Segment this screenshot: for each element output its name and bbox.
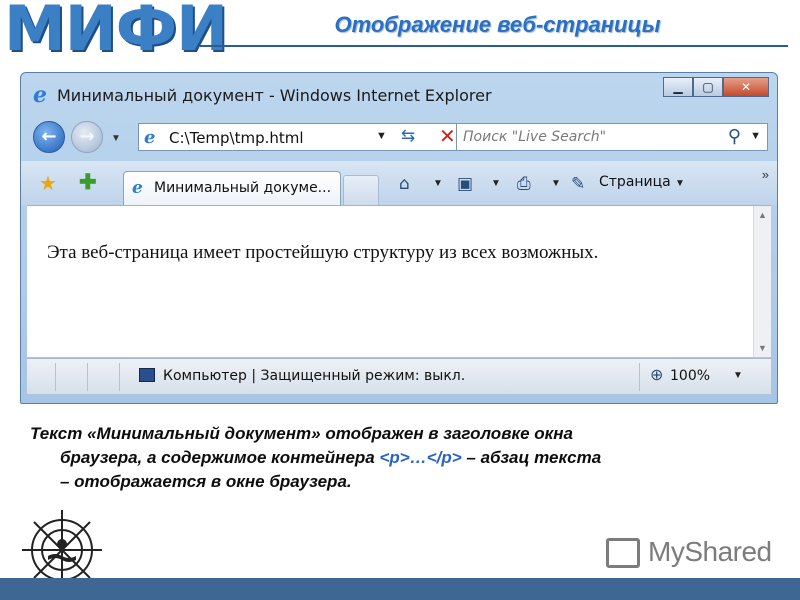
scroll-down-icon[interactable]: ▼: [754, 343, 771, 353]
status-separator: [639, 363, 640, 391]
print-dropdown-icon[interactable]: ▼: [551, 178, 561, 189]
caption-code: <p>…</p>: [379, 448, 462, 467]
myshared-icon: [606, 538, 640, 568]
rss-feed-icon[interactable]: ▣: [457, 174, 473, 194]
search-placeholder: Поиск "Live Search": [463, 129, 607, 145]
zoom-icon[interactable]: ⊕: [650, 365, 663, 385]
status-bar: Компьютер | Защищенный режим: выкл. ⊕ 10…: [27, 358, 771, 394]
address-text: C:\Temp\tmp.html: [169, 129, 304, 147]
ie-icon: e: [33, 82, 47, 108]
print-icon[interactable]: ⎙: [517, 174, 531, 194]
home-dropdown-icon[interactable]: ▼: [433, 178, 443, 189]
page-menu-icon[interactable]: ✎: [571, 174, 585, 194]
mifi-logo: МИФИ: [4, 0, 228, 65]
more-commands-icon[interactable]: »: [762, 167, 769, 182]
page-paragraph: Эта веб-страница имеет простейшую структ…: [47, 242, 599, 263]
vertical-scrollbar[interactable]: ▲ ▼: [753, 206, 771, 357]
search-box[interactable]: Поиск "Live Search" ⚲ ▼: [456, 123, 768, 151]
tab-ie-icon: e: [132, 178, 143, 198]
caption-line-2-text: браузера, а содержимое контейнера: [60, 448, 380, 467]
computer-icon: [139, 368, 155, 382]
status-zone-text: Компьютер | Защищенный режим: выкл.: [163, 368, 466, 384]
search-dropdown-icon[interactable]: ▼: [750, 130, 761, 142]
tab-minimal-document[interactable]: e Минимальный докуме...: [123, 171, 341, 205]
caption-line-1: Текст «Минимальный документ» отображен в…: [30, 424, 573, 443]
rss-dropdown-icon[interactable]: ▼: [491, 178, 501, 189]
page-menu[interactable]: Страница: [599, 174, 671, 190]
favorites-star-icon[interactable]: ★: [39, 171, 57, 196]
forward-button[interactable]: →: [71, 121, 103, 153]
status-separator: [87, 363, 88, 391]
slide-title: Отображение веб-страницы: [334, 12, 661, 37]
slide-caption: Текст «Минимальный документ» отображен в…: [30, 422, 772, 494]
caption-line-2: браузера, а содержимое контейнера <p>…</…: [30, 446, 772, 470]
footer-bar: [0, 578, 800, 600]
page-icon: e: [144, 127, 156, 148]
title-rule: [200, 45, 788, 47]
ie-window-screenshot: e Минимальный документ - Windows Interne…: [20, 72, 778, 404]
add-favorite-icon[interactable]: ✚: [79, 170, 97, 195]
tab-bar: ★ ✚ e Минимальный докуме... ⌂ ▼ ▣ ▼ ⎙ ▼ …: [21, 161, 777, 205]
tab-label: Минимальный докуме...: [154, 180, 332, 196]
myshared-watermark: MyShared: [648, 536, 772, 567]
stop-icon[interactable]: ✕: [439, 124, 456, 148]
maximize-button[interactable]: ▢: [693, 77, 723, 97]
page-menu-dropdown-icon[interactable]: ▼: [675, 178, 685, 189]
navigation-bar: ← → ▼ e C:\Temp\tmp.html ▼ ⇆ ✕ Поиск "Li…: [21, 115, 777, 159]
window-controls: ▁ ▢ ✕: [663, 77, 769, 97]
home-icon[interactable]: ⌂: [399, 174, 410, 194]
scroll-up-icon[interactable]: ▲: [754, 210, 771, 220]
refresh-icon[interactable]: ⇆: [401, 126, 415, 146]
zoom-level[interactable]: 100%: [670, 368, 710, 384]
window-title: Минимальный документ - Windows Internet …: [57, 86, 492, 105]
search-icon[interactable]: ⚲: [728, 126, 741, 147]
history-dropdown-icon[interactable]: ▼: [111, 133, 121, 144]
caption-line-2-tail: – абзац текста: [461, 448, 602, 467]
zoom-dropdown-icon[interactable]: ▼: [733, 370, 743, 381]
close-button[interactable]: ✕: [723, 77, 769, 97]
new-tab-button[interactable]: [343, 175, 379, 205]
status-separator: [119, 363, 120, 391]
window-titlebar: e Минимальный документ - Windows Interne…: [21, 73, 777, 113]
caption-line-3: – отображается в окне браузера.: [60, 472, 352, 491]
page-content-area: Эта веб-страница имеет простейшую структ…: [27, 205, 771, 357]
address-bar[interactable]: e C:\Temp\tmp.html ▼ ⇆ ✕: [138, 123, 468, 151]
address-dropdown-icon[interactable]: ▼: [376, 130, 387, 142]
status-separator: [55, 363, 56, 391]
minimize-button[interactable]: ▁: [663, 77, 693, 97]
back-button[interactable]: ←: [33, 121, 65, 153]
